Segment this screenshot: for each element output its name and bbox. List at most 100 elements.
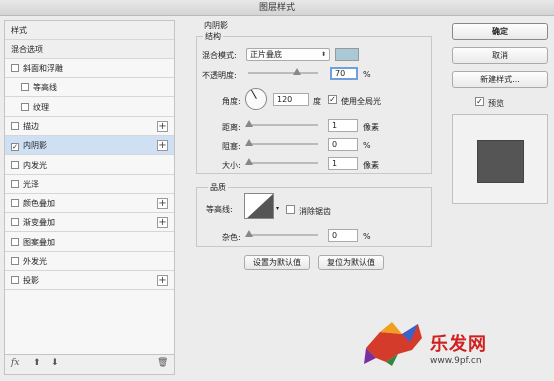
blend-options-item[interactable]: 混合选项	[5, 40, 174, 59]
add-style-icon[interactable]: +	[157, 217, 168, 229]
style-item-checkbox[interactable]	[11, 179, 19, 188]
style-item[interactable]: 光泽	[5, 175, 174, 194]
style-item-checkbox[interactable]	[21, 102, 29, 111]
contour-curve-icon	[247, 194, 273, 218]
opacity-input[interactable]: 70	[330, 67, 358, 80]
style-item[interactable]: 外发光	[5, 252, 174, 271]
size-input[interactable]: 1	[328, 157, 358, 170]
style-item[interactable]: 颜色叠加 +	[5, 194, 174, 214]
style-preview	[452, 114, 548, 204]
size-label: 大小:	[222, 161, 241, 170]
style-item-checkbox[interactable]	[11, 160, 19, 169]
style-item-checkbox[interactable]	[11, 199, 19, 208]
style-item-checkbox[interactable]	[11, 276, 19, 285]
styles-header[interactable]: 样式	[5, 21, 174, 40]
style-item[interactable]: 描边 +	[5, 117, 174, 136]
move-down-icon[interactable]: ⬇	[51, 358, 59, 368]
style-item[interactable]: 等高线	[5, 78, 174, 98]
bull-logo-icon	[364, 322, 422, 366]
style-list-footer: fx ⬆ ⬇ 🗑	[5, 354, 174, 374]
size-slider[interactable]	[248, 162, 318, 164]
move-up-icon[interactable]: ⬆	[33, 358, 41, 368]
choke-input[interactable]: 0	[328, 138, 358, 151]
new-style-button[interactable]: 新建样式...	[452, 71, 548, 88]
size-slider-thumb[interactable]	[245, 158, 253, 165]
style-item-label: 光泽	[23, 179, 39, 189]
style-item-label: 颜色叠加	[23, 199, 55, 209]
style-item-checkbox[interactable]	[11, 121, 19, 130]
choke-slider-thumb[interactable]	[245, 139, 253, 146]
style-item[interactable]: 纹理	[5, 98, 174, 117]
noise-input[interactable]: 0	[328, 229, 358, 242]
distance-label: 距离:	[222, 123, 241, 132]
angle-label: 角度:	[222, 97, 241, 106]
blend-mode-value: 正片叠底	[250, 50, 282, 59]
style-item-label: 内发光	[23, 160, 47, 170]
distance-input[interactable]: 1	[328, 119, 358, 132]
noise-unit: %	[363, 232, 371, 241]
style-item[interactable]: ✓ 内阴影 +	[5, 136, 174, 156]
angle-unit: 度	[313, 97, 321, 106]
antialias-checkbox[interactable]	[286, 205, 295, 214]
opacity-unit: %	[363, 70, 371, 79]
add-style-icon[interactable]: +	[157, 275, 168, 287]
style-item-label: 描边	[23, 121, 39, 131]
global-light-checkbox[interactable]: ✓	[328, 95, 337, 104]
choke-unit: %	[363, 141, 371, 150]
watermark-brand: 乐发网	[430, 334, 487, 355]
style-item[interactable]: 斜面和浮雕	[5, 59, 174, 78]
fx-icon[interactable]: fx	[11, 358, 19, 368]
preview-checkbox[interactable]: ✓	[475, 97, 484, 106]
distance-slider-thumb[interactable]	[245, 120, 253, 127]
style-item[interactable]: 投影 +	[5, 271, 174, 291]
style-item[interactable]: 渐变叠加 +	[5, 213, 174, 233]
reset-default-button[interactable]: 复位为默认值	[318, 255, 384, 270]
style-item-checkbox[interactable]: ✓	[11, 143, 19, 152]
trash-icon[interactable]: 🗑	[157, 358, 168, 368]
distance-slider[interactable]	[248, 124, 318, 126]
style-item-checkbox[interactable]	[11, 237, 19, 246]
style-item-checkbox[interactable]	[21, 83, 29, 92]
contour-label: 等高线:	[206, 205, 233, 214]
preview-label: 预览	[488, 99, 504, 108]
make-default-button[interactable]: 设置为默认值	[244, 255, 310, 270]
style-item-checkbox[interactable]	[11, 64, 19, 72]
style-item-label: 外发光	[23, 257, 47, 266]
style-item[interactable]: 内发光	[5, 156, 174, 175]
ok-button[interactable]: 确定	[452, 23, 548, 40]
structure-title: 结构	[203, 31, 223, 42]
noise-slider-thumb[interactable]	[245, 230, 253, 237]
shadow-color-swatch[interactable]	[335, 48, 359, 61]
style-list-panel: 样式 混合选项 斜面和浮雕 等高线 纹理 描边 + ✓ 内阴影 + 内发光 光泽 颜色叠加 + 渐变叠加…	[4, 20, 175, 375]
style-item-label: 斜面和浮雕	[23, 64, 63, 73]
style-item[interactable]: 图案叠加	[5, 233, 174, 252]
add-style-icon[interactable]: +	[157, 120, 168, 132]
choke-label: 阻塞:	[222, 142, 241, 151]
watermark-url: www.9pf.cn	[430, 356, 482, 366]
angle-dial-hand	[251, 89, 257, 99]
inner-shadow-title: 内阴影	[202, 20, 230, 31]
style-item-checkbox[interactable]	[11, 257, 19, 265]
global-light-label: 使用全局光	[341, 97, 381, 106]
opacity-slider[interactable]	[248, 72, 318, 74]
style-item-checkbox[interactable]	[11, 218, 19, 227]
quality-title: 品质	[208, 182, 228, 193]
angle-input[interactable]: 120	[273, 93, 309, 106]
style-item-label: 投影	[23, 276, 39, 286]
noise-label: 杂色:	[222, 233, 241, 242]
add-style-icon[interactable]: +	[157, 140, 168, 152]
blend-mode-select[interactable]: 正片叠底 ⬍	[246, 48, 330, 61]
size-unit: 像素	[363, 161, 379, 170]
contour-picker[interactable]	[244, 193, 274, 219]
cancel-button[interactable]: 取消	[452, 47, 548, 64]
style-item-label: 内阴影	[23, 141, 47, 151]
opacity-slider-thumb[interactable]	[293, 68, 301, 75]
contour-dropdown-icon[interactable]: ▾	[276, 205, 279, 212]
window-title: 图层样式	[0, 0, 554, 16]
style-item-label: 图案叠加	[23, 237, 55, 247]
add-style-icon[interactable]: +	[157, 198, 168, 210]
style-item-label: 等高线	[33, 83, 57, 93]
angle-dial[interactable]	[245, 88, 267, 110]
choke-slider[interactable]	[248, 143, 318, 145]
noise-slider[interactable]	[248, 234, 318, 236]
